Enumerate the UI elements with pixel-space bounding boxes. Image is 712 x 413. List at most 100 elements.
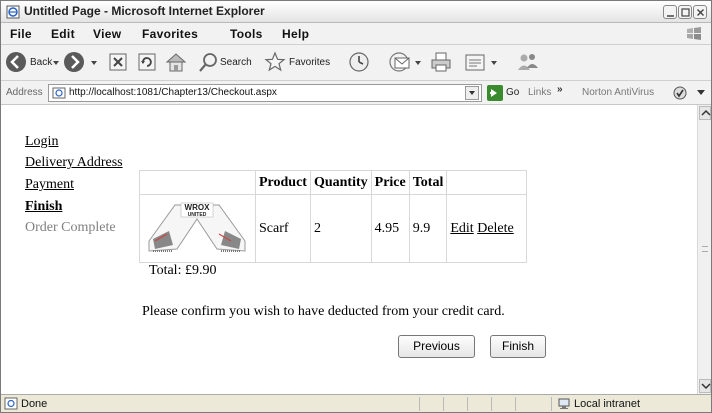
vertical-scrollbar[interactable]: [697, 105, 711, 394]
norton-icon[interactable]: [673, 86, 687, 100]
address-input[interactable]: http://localhost:1081/Chapter13/Checkout…: [48, 84, 482, 102]
finish-button[interactable]: Finish: [490, 335, 546, 358]
nav-delivery-address-link[interactable]: Delivery Address: [25, 155, 123, 171]
nav-login-link[interactable]: Login: [25, 134, 58, 150]
quantity-cell: 2: [309, 194, 372, 263]
status-divider: [419, 397, 420, 411]
forward-button[interactable]: [63, 50, 103, 76]
mail-dropdown-icon[interactable]: [415, 61, 421, 65]
cart-header-row: Product Quantity Price Total: [139, 170, 528, 195]
close-button[interactable]: [693, 5, 707, 19]
toolbar: Back Search Favorites: [1, 45, 711, 81]
search-label: Search: [220, 57, 252, 68]
minimize-button[interactable]: [663, 5, 677, 19]
address-dropdown-button[interactable]: [465, 86, 479, 100]
maximize-button[interactable]: [678, 5, 692, 19]
chevron-up-icon: [701, 109, 711, 116]
mail-icon: [389, 52, 410, 72]
previous-button[interactable]: Previous: [398, 335, 475, 358]
status-bar: Done Local intranet: [1, 394, 711, 412]
search-button[interactable]: Search: [197, 50, 257, 76]
menu-file[interactable]: File: [10, 27, 32, 41]
total-cell: 9.9: [408, 194, 448, 263]
menu-edit[interactable]: Edit: [51, 27, 75, 41]
scrollbar-grip: [702, 246, 708, 252]
product-cell: Scarf: [255, 194, 311, 263]
edit-link[interactable]: Edit: [450, 221, 473, 236]
favorites-button[interactable]: Favorites: [263, 50, 335, 76]
links-chevron[interactable]: »: [557, 84, 563, 95]
chevron-down-icon: [469, 91, 475, 95]
scarf-product-image: WROX UNITED: [143, 197, 251, 255]
cart-image-header: [139, 170, 256, 195]
status-text: Done: [21, 398, 48, 410]
menu-help[interactable]: Help: [282, 27, 309, 41]
edit-dropdown-icon[interactable]: [491, 61, 497, 65]
scroll-down-button[interactable]: [699, 379, 711, 393]
menu-bar: File Edit View Favorites Tools Help: [1, 23, 711, 45]
scroll-up-button[interactable]: [699, 106, 711, 120]
back-label: Back: [30, 57, 53, 68]
go-arrow-icon[interactable]: [487, 85, 503, 101]
stop-icon[interactable]: [107, 50, 129, 76]
norton-dropdown-icon[interactable]: [697, 90, 705, 96]
intranet-icon: [558, 398, 570, 409]
chevron-down-icon: [701, 383, 711, 390]
search-icon: [199, 53, 217, 72]
address-label: Address: [6, 87, 43, 98]
ie-page-icon: [6, 5, 20, 19]
back-button[interactable]: Back: [5, 50, 61, 76]
print-icon[interactable]: [429, 50, 453, 76]
product-image-cell: WROX UNITED: [139, 194, 256, 263]
links-label[interactable]: Links: [528, 87, 551, 98]
product-image-text: WROX: [185, 203, 211, 212]
security-zone-text: Local intranet: [574, 398, 641, 410]
minimize-icon: [667, 15, 674, 17]
menu-favorites[interactable]: Favorites: [142, 27, 198, 41]
browser-window: Untitled Page - Microsoft Internet Explo…: [0, 0, 712, 413]
favorites-label: Favorites: [289, 57, 331, 68]
delete-link[interactable]: Delete: [477, 221, 514, 236]
status-divider: [551, 397, 552, 411]
price-cell: 4.95: [370, 194, 410, 263]
svg-text:UNITED: UNITED: [188, 212, 207, 218]
status-divider: [515, 397, 516, 411]
page-content: Login Delivery Address Payment Finish Or…: [1, 105, 697, 394]
address-url: http://localhost:1081/Chapter13/Checkout…: [69, 87, 277, 98]
menu-tools[interactable]: Tools: [230, 27, 263, 41]
menu-view[interactable]: View: [93, 27, 121, 41]
edit-icon: [465, 54, 485, 71]
nav-finish-link[interactable]: Finish: [25, 199, 62, 215]
forward-arrow-icon: [64, 52, 84, 72]
address-bar: Address http://localhost:1081/Chapter13/…: [1, 81, 711, 105]
favorites-star-icon: [264, 51, 286, 72]
refresh-icon[interactable]: [136, 50, 158, 76]
quantity-header: Quantity: [309, 170, 372, 195]
messenger-icon[interactable]: [515, 50, 541, 76]
confirm-message: Please confirm you wish to have deducted…: [142, 304, 505, 319]
go-button-label[interactable]: Go: [506, 87, 519, 98]
order-total: Total: £9.90: [149, 263, 217, 278]
mail-button[interactable]: [387, 50, 427, 76]
forward-dropdown-icon[interactable]: [91, 61, 97, 65]
actions-header: [446, 170, 528, 195]
status-divider: [467, 397, 468, 411]
nav-payment-link[interactable]: Payment: [25, 177, 74, 193]
ie-page-icon: [4, 397, 18, 410]
status-divider: [443, 397, 444, 411]
close-icon: [697, 9, 704, 16]
total-header: Total: [408, 170, 448, 195]
table-row: WROX UNITED Scarf 2 4.95 9.9 Edit Delete: [139, 194, 528, 263]
ie-page-icon: [52, 87, 66, 99]
home-icon[interactable]: [164, 50, 188, 76]
norton-label[interactable]: Norton AntiVirus: [582, 87, 654, 98]
windows-logo-icon: [687, 27, 701, 40]
price-header: Price: [370, 170, 410, 195]
edit-button[interactable]: [463, 50, 503, 76]
back-dropdown-icon[interactable]: [53, 61, 59, 65]
history-icon[interactable]: [347, 50, 371, 76]
product-header: Product: [255, 170, 311, 195]
back-arrow-icon: [6, 52, 26, 72]
actions-cell: Edit Delete: [446, 194, 528, 263]
nav-order-complete: Order Complete: [25, 220, 116, 235]
